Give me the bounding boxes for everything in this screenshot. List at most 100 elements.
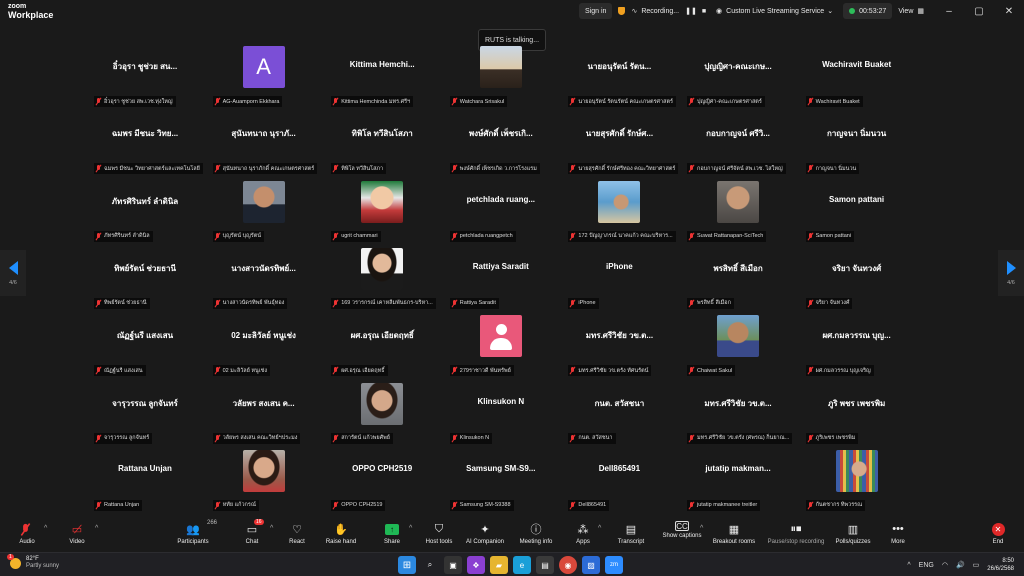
participant-tile[interactable]: 172 ปัญญาภรณ์ นาคแก้ว คณะบริหาร... bbox=[560, 180, 678, 249]
participant-tile[interactable]: มทร.ศรีวิชัย วข.ต... มทร.ศรีวิชัย วข.ตรัง… bbox=[679, 383, 797, 451]
security-shield-icon[interactable] bbox=[618, 7, 626, 15]
participant-tile[interactable]: สการัตน์ แก้วพยศัพย์ bbox=[323, 382, 441, 451]
participant-display-name: ภูริ พชร เพชรพิม bbox=[827, 398, 886, 408]
file-explorer-icon[interactable]: ▰ bbox=[490, 556, 508, 574]
participant-tile[interactable]: Kittima Hemchi... Kittima Hemchinda มทร.ศ… bbox=[323, 46, 441, 114]
captions-options-caret-icon[interactable]: ^ bbox=[700, 525, 703, 532]
wifi-icon[interactable]: ◠ bbox=[942, 561, 948, 569]
store-icon[interactable]: ▤ bbox=[536, 556, 554, 574]
participant-tile[interactable]: ผศ.กมลวรรณ บุญ... ผศ.กมลวรรณ บุญเจริญ bbox=[798, 315, 916, 383]
close-icon[interactable]: ✕ bbox=[994, 6, 1024, 17]
participant-tile[interactable]: พงษ์ศักดิ์ เพ็ชรเกิ... พงษ์ศักดิ์ เพ็ชรเก… bbox=[442, 113, 560, 181]
participant-tile[interactable]: ผศ.อรุณ เอียดฤทธิ์ ผศ.อรุณ เอียดฤทธิ์ bbox=[323, 315, 441, 383]
battery-icon[interactable]: ▭ bbox=[973, 561, 980, 569]
participant-tile[interactable]: จริยา จันทวงศ์ จริยา จันทวงศ์ bbox=[798, 248, 916, 316]
participant-tile[interactable]: ภูริ พชร เพชรพิม ภูริเพชร เพชรพิม bbox=[798, 383, 916, 451]
more-button[interactable]: ••• More bbox=[868, 521, 928, 545]
participant-tile[interactable]: กาญจนา นิ่มนวน กาญจนา นิ่มนวน bbox=[798, 113, 916, 181]
zoom-taskbar-icon[interactable]: zm bbox=[605, 556, 623, 574]
participant-tile[interactable]: ฉมพร มีชนะ วิทย... ฉมพร มีชนะ วิทยาศาสตร์… bbox=[86, 113, 204, 181]
edge-icon[interactable]: e bbox=[513, 556, 531, 574]
participant-tile[interactable]: 169 วรารกรณ์ เคาหลีมพันธกร-บริหา... bbox=[323, 247, 441, 316]
participant-tile[interactable]: นายสุรศักดิ์ รักษ์ศ... นายสุรศักดิ์ รักษ์… bbox=[560, 113, 679, 181]
participant-tile[interactable]: Samsung SM-S9... Samsung SM-S9388 bbox=[442, 450, 560, 518]
view-button[interactable]: View ▦ bbox=[898, 7, 924, 16]
task-view-icon[interactable]: ▣ bbox=[444, 556, 462, 574]
participant-tile[interactable]: ปุญญิศา-คณะเกษ... ปุญญิศา-คณะเกษตรศาสตร์ bbox=[679, 46, 797, 114]
apps-icon: ⁂ bbox=[577, 523, 589, 536]
participant-display-name: ผศ.กมลวรรณ บุญ... bbox=[822, 331, 891, 341]
microphone-muted-icon bbox=[808, 367, 813, 374]
participant-tile[interactable]: Rattiya Saradit Rattiya Saradit bbox=[442, 248, 560, 316]
pause-recording-button[interactable]: ⏸⏹ Pause/stop recording bbox=[766, 521, 826, 546]
clock[interactable]: 8:50 26/6/2568 bbox=[987, 557, 1014, 573]
minimize-icon[interactable]: – bbox=[934, 6, 964, 17]
participant-tile[interactable]: กนต. สวัสชนา กนต. สวัสชนา bbox=[560, 383, 678, 451]
participant-tile[interactable]: iPhone iPhone bbox=[560, 248, 678, 316]
chevron-up-icon[interactable]: ^ bbox=[907, 562, 910, 569]
search-icon[interactable]: ⌕ bbox=[421, 556, 439, 574]
windows-start-icon[interactable]: ⊞ bbox=[398, 556, 416, 574]
participant-tile[interactable]: Klinsukon N Klinsukon N bbox=[442, 383, 560, 451]
participant-name: Samon pattani bbox=[815, 233, 852, 240]
participant-tile[interactable]: กอบกาญจน์ ศรีวิ... กอบกาญจน์ ศรีจัตน์ สพ.… bbox=[679, 113, 797, 181]
participant-tile[interactable]: อิ๋วอุรา ชูช่วย สน... อิ๋วอุรา ชูช่วย สพ.… bbox=[86, 46, 204, 114]
participant-tile[interactable]: สุนันทนาถ นุราภั... สุนันทนาถ นุราภักดิ์ … bbox=[205, 113, 323, 181]
end-button[interactable]: ✕ End bbox=[968, 521, 1024, 545]
next-page-button[interactable]: 4/6 bbox=[998, 250, 1024, 296]
participant-name-label: ทิพย์รัตน์ ช่วยธานี bbox=[94, 297, 150, 309]
video-options-caret-icon[interactable]: ^ bbox=[95, 525, 98, 532]
photos-icon[interactable]: ▨ bbox=[582, 556, 600, 574]
pause-recording-icon[interactable]: ❚❚ bbox=[685, 7, 697, 15]
microphone-muted-icon bbox=[570, 165, 575, 172]
widgets-icon[interactable]: ❖ bbox=[467, 556, 485, 574]
participant-tile[interactable]: กันตชากร ทิพวรรณ bbox=[798, 449, 916, 518]
participant-tile[interactable]: jutatip makman... jutatip makmanee treitl… bbox=[679, 450, 797, 518]
title-bar-right: Sign in ∿ Recording... ❚❚ ■ ◉ Custom Liv… bbox=[579, 0, 1024, 22]
participant-tile[interactable]: ทิพย์รัตน์ ช่วยธานี ทิพย์รัตน์ ช่วยธานี bbox=[86, 248, 204, 316]
participant-tile[interactable]: Watchara Srisakul bbox=[442, 46, 560, 114]
participant-tile[interactable]: วลัยพร สงเสน ค... วลัยพร สงเสน คณะวิทย์ฯป… bbox=[205, 383, 323, 451]
participant-tile[interactable]: A AG-Auamporn Ekkhara bbox=[205, 46, 323, 114]
participant-name: มทร.ศรีวิชัย วข.ตรัง ทัศนรัตน์ bbox=[578, 367, 649, 374]
participant-tile[interactable]: OPPO CPH2519 OPPO CPH2519 bbox=[323, 450, 441, 518]
participant-tile[interactable]: ugrit chammari bbox=[323, 180, 441, 249]
participant-tile[interactable]: ภัทรศิรินทร์ ลำดินิล ภัทรศิรินทร์ ลำดินิล bbox=[86, 181, 204, 249]
participant-tile[interactable]: 279ราชาวดี พันทรัพย์ bbox=[442, 315, 560, 383]
sign-in-button[interactable]: Sign in bbox=[579, 3, 613, 19]
participant-tile[interactable]: petchlada ruang... petchlada ruangpetch bbox=[442, 181, 560, 249]
participant-tile[interactable]: Suwat Rattanapan-SciTech bbox=[679, 180, 797, 249]
participant-tile[interactable]: Samon pattani Samon pattani bbox=[798, 181, 916, 249]
live-stream-indicator[interactable]: ◉ Custom Live Streaming Service ⌄ bbox=[716, 7, 833, 16]
participant-tile[interactable]: Rattana Unjan Rattana Unjan bbox=[86, 450, 204, 518]
chrome-icon[interactable]: ◉ bbox=[559, 556, 577, 574]
participant-tile[interactable]: Chaiwat Sakul bbox=[679, 315, 797, 383]
participant-tile[interactable]: บุญรัตน์ บุญรัตน์ bbox=[205, 180, 323, 249]
maximize-icon[interactable]: ▢ bbox=[964, 6, 994, 17]
participant-tile[interactable]: จารุวรรณ ลูกจันทร์ จารุวรรณ ลูกจันทร์ bbox=[86, 383, 204, 451]
volume-icon[interactable]: 🔊 bbox=[956, 561, 965, 569]
recording-indicator[interactable]: ∿ Recording... ❚❚ ■ bbox=[631, 7, 706, 16]
participant-name-label: ผศ.อรุณ เอียดฤทธิ์ bbox=[331, 365, 388, 377]
language-indicator[interactable]: ENG bbox=[919, 562, 934, 569]
microphone-muted-icon bbox=[17, 521, 37, 537]
participant-tile[interactable]: มทร.ศรีวิชัย วข.ต... มทร.ศรีวิชัย วข.ตรัง… bbox=[560, 315, 678, 383]
participant-tile[interactable]: นายอนุรัตน์ รัตน... นายอนุรัตน์ รัตนรัตน์… bbox=[560, 46, 678, 114]
previous-page-button[interactable]: 4/6 bbox=[0, 250, 26, 296]
host-tools-label: Host tools bbox=[425, 539, 453, 545]
stop-recording-icon[interactable]: ■ bbox=[702, 8, 706, 15]
microphone-muted-icon bbox=[215, 98, 220, 105]
participant-tile[interactable]: ทิพิโล ทวีสินโสภา ทิพิโล ทวีสินโสภา bbox=[323, 113, 441, 181]
participant-tile[interactable]: พรสิทธิ์ สีเมือก พรสิทธิ์ สีเมือก bbox=[679, 248, 797, 316]
participant-display-name: Kittima Hemchi... bbox=[349, 60, 415, 69]
weather-widget[interactable]: 1 82°F Partly sunny bbox=[7, 553, 59, 570]
participant-tile[interactable]: หทัย แก้วกรณ์ bbox=[205, 449, 323, 518]
participants-button[interactable]: 👥 266 Participants bbox=[163, 520, 223, 545]
page-indicator-left: 4/6 bbox=[9, 279, 17, 286]
participant-tile[interactable]: ณัฏฐ์นรี แสงเสน ณัฏฐ์นรี แสงเสน bbox=[86, 315, 204, 383]
participant-tile[interactable]: 02 มะลิวัลย์ หนูเช่ง 02 มะลิวัลย์ หนูเช่ง bbox=[205, 315, 323, 383]
participant-tile[interactable]: Wachiravit Buaket Wachiravit Buaket bbox=[798, 46, 916, 114]
breakout-rooms-button[interactable]: ▦ Breakout rooms bbox=[704, 521, 764, 546]
participant-tile[interactable]: นางสาวนัดรทิพย์... นางสาวนัดรทิพย์ พันธุ์… bbox=[205, 248, 323, 316]
participant-tile[interactable]: Dell865491 Dell865491 bbox=[560, 450, 678, 518]
